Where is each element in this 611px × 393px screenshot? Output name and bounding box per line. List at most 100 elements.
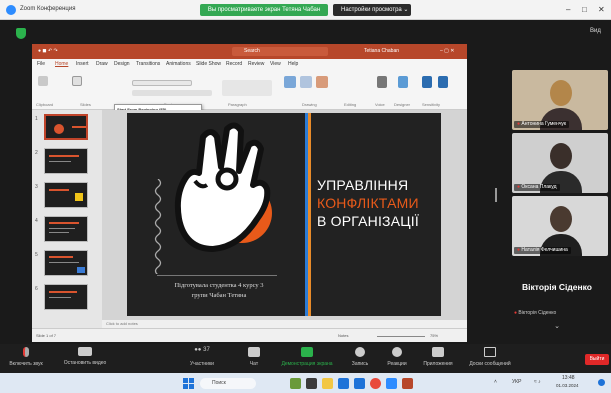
window-title: Zoom Конференция — [20, 6, 76, 12]
slide-thumbnail[interactable] — [44, 250, 88, 276]
mic-muted-icon: ● — [514, 310, 518, 316]
ribbon-group-editing: Editing — [344, 102, 357, 107]
view-options-button[interactable]: Настройки просмотра ⌄ — [333, 4, 411, 16]
slide-author-caption: Підготувала студентка 4 курсу 3 групи Ча… — [139, 281, 299, 301]
paragraph-icons[interactable] — [222, 80, 272, 96]
thumb-number: 6 — [35, 286, 38, 292]
participant-head — [550, 206, 572, 232]
mute-button[interactable]: Включить звук — [4, 347, 48, 367]
network-volume-icons[interactable]: ≈ ♪ — [534, 379, 541, 385]
ppt-search-box[interactable]: Search — [232, 47, 328, 56]
windows-start-icon[interactable] — [183, 378, 194, 389]
participant-head — [550, 143, 572, 169]
store-icon[interactable] — [354, 378, 365, 389]
upload-icon[interactable] — [438, 76, 448, 88]
ppt-window-controls-icon[interactable]: – ▢ ✕ — [440, 48, 454, 54]
stop-video-button[interactable]: Остановить видео — [56, 347, 114, 366]
panel-resize-handle[interactable] — [495, 188, 497, 202]
font-format-icons[interactable] — [132, 90, 212, 96]
record-button[interactable]: Запись — [346, 347, 374, 367]
tab-draw[interactable]: Draw — [96, 61, 108, 67]
thumb-number: 5 — [35, 252, 38, 258]
tray-chevron-icon[interactable]: ˄ — [494, 379, 497, 385]
arrange-icon[interactable] — [300, 76, 312, 88]
participant-video-tile[interactable]: ● Антонина Гуменчук — [512, 70, 608, 130]
task-view-icon[interactable] — [306, 378, 317, 389]
participant-name-tag: ● Оксана Плакуд — [514, 184, 560, 191]
ppt-user-name[interactable]: Tetiana Chaban — [364, 48, 399, 54]
ribbon-group-designer: Designer — [394, 102, 411, 107]
slide-thumbnail[interactable] — [44, 284, 88, 310]
clock-date[interactable]: 01.03.2024 — [556, 383, 579, 388]
slide-title-line-2: КОНФЛІКТАМИ — [317, 195, 419, 211]
slide-thumbnail[interactable] — [44, 114, 88, 140]
ribbon-group-drawing: Drawing — [302, 102, 317, 107]
reactions-button[interactable]: Реакции — [382, 347, 412, 367]
apps-button[interactable]: Приложения — [418, 347, 458, 367]
tab-design[interactable]: Design — [114, 61, 130, 67]
participants-button[interactable]: ●● 37 Участники — [182, 347, 222, 367]
close-icon[interactable]: ✕ — [598, 5, 605, 14]
notes-pane[interactable]: Click to add notes — [102, 320, 467, 328]
language-indicator[interactable]: УКР — [512, 379, 521, 385]
hand-gesture-illustration — [174, 122, 271, 252]
convert-smartart-icon[interactable] — [284, 76, 296, 88]
edge-browser-icon[interactable] — [338, 378, 349, 389]
tab-home[interactable]: Home — [55, 61, 68, 67]
tab-record[interactable]: Record — [226, 61, 242, 67]
slide-counter: Slide 1 of 7 — [36, 333, 57, 338]
tab-animations[interactable]: Animations — [166, 61, 191, 67]
scroll-down-chevron-icon[interactable]: ⌄ — [550, 322, 564, 331]
current-slide: Підготувала студентка 4 курсу 3 групи Ча… — [127, 113, 441, 316]
dictate-icon[interactable] — [377, 76, 387, 88]
slide-title-line-3: В ОРГАНІЗАЦІЇ — [317, 213, 419, 229]
zoom-app-icon — [6, 5, 16, 15]
security-shield-icon[interactable] — [16, 28, 26, 39]
whiteboard-button[interactable]: Доски сообщений — [464, 347, 516, 367]
participant-video-tile[interactable]: ● Оксана Плакуд — [512, 133, 608, 193]
clock-time[interactable]: 13:48 — [562, 375, 575, 381]
orange-divider-bar — [308, 113, 311, 316]
quick-styles-icon[interactable] — [316, 76, 328, 88]
paste-icon[interactable] — [38, 76, 48, 86]
slide-thumbnail[interactable] — [44, 148, 88, 174]
ribbon-group-voice: Voice — [375, 102, 385, 107]
chrome-icon[interactable] — [370, 378, 381, 389]
zoom-slider[interactable] — [377, 336, 425, 337]
powerpoint-taskbar-icon[interactable] — [402, 378, 413, 389]
chat-button[interactable]: Чат — [240, 347, 268, 367]
view-menu-label[interactable]: Вид — [590, 28, 601, 34]
font-family-select[interactable] — [132, 80, 192, 86]
zoom-taskbar-icon[interactable] — [386, 378, 397, 389]
tab-review[interactable]: Review — [248, 61, 264, 67]
slide-thumbnail[interactable] — [44, 216, 88, 242]
autosave-icon[interactable]: ● ◼ ↶ ↷ — [38, 48, 58, 54]
leave-meeting-button[interactable]: Выйти — [585, 354, 609, 365]
participant-video-tile[interactable]: ● Наталія Фелчишина — [512, 196, 608, 256]
sensitivity-icon[interactable] — [422, 76, 432, 88]
mic-muted-icon: ● — [517, 121, 521, 127]
maximize-icon[interactable]: □ — [582, 5, 587, 14]
chat-bubble-icon — [248, 347, 260, 357]
tab-insert[interactable]: Insert — [76, 61, 89, 67]
tab-file[interactable]: File — [37, 61, 45, 67]
tab-help[interactable]: Help — [288, 61, 298, 67]
designer-icon[interactable] — [398, 76, 408, 88]
file-explorer-icon[interactable] — [322, 378, 333, 389]
tab-slide-show[interactable]: Slide Show — [196, 61, 221, 67]
slide-thumbnail[interactable] — [44, 182, 88, 208]
notes-toggle[interactable]: Notes — [338, 333, 348, 338]
tab-view[interactable]: View — [270, 61, 281, 67]
minimize-icon[interactable]: – — [566, 5, 570, 14]
zoom-level[interactable]: 75% — [430, 333, 438, 338]
widgets-icon[interactable] — [290, 378, 301, 389]
record-icon — [355, 347, 365, 357]
notifications-icon[interactable] — [598, 379, 605, 386]
taskbar-search-input[interactable]: Поиск — [200, 378, 256, 389]
slide-title-line-1: УПРАВЛІННЯ — [317, 177, 409, 193]
ribbon-group-slides: Slides — [80, 102, 91, 107]
participant-head — [550, 80, 572, 106]
new-slide-icon[interactable] — [72, 76, 82, 86]
tab-transitions[interactable]: Transitions — [136, 61, 160, 67]
share-screen-button[interactable]: Демонстрация экрана — [276, 347, 338, 367]
